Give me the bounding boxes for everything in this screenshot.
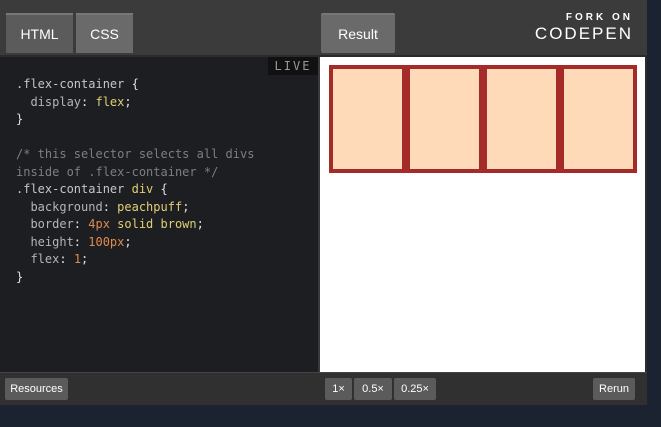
css-code-editor[interactable]: LIVE .flex-container { display: flex; } … xyxy=(0,57,318,372)
flex-item xyxy=(406,65,483,173)
outer-background-right xyxy=(647,0,661,427)
selector-tag: div xyxy=(124,182,154,196)
code-line-3: } xyxy=(16,112,24,126)
code-line-11: flex: 1; xyxy=(16,252,89,266)
flex-container xyxy=(329,65,637,173)
code-comment-line-1: /* this selector selects all divs xyxy=(16,147,255,161)
property: flex xyxy=(16,252,60,266)
property: height xyxy=(16,234,74,249)
value: flex xyxy=(95,94,125,109)
live-badge: LIVE xyxy=(268,57,318,75)
tab-css[interactable]: CSS xyxy=(76,13,133,53)
fork-on-label: FORK ON xyxy=(565,12,633,23)
fork-on-codepen-link[interactable]: FORK ON CODEPEN xyxy=(523,12,633,44)
property: background xyxy=(16,199,103,214)
number-value: 100px xyxy=(88,234,125,249)
embed-header: HTML CSS Result FORK ON CODEPEN xyxy=(0,0,647,56)
selector: .flex-container xyxy=(16,182,125,196)
code-block: .flex-container { display: flex; } /* th… xyxy=(16,76,254,286)
zoom-0-25x-button[interactable]: 0.25× xyxy=(394,378,436,400)
codepen-embed: HTML CSS Result FORK ON CODEPEN LIVE .fl… xyxy=(0,0,647,405)
code-line-7: .flex-container div { xyxy=(16,182,168,196)
property: display xyxy=(16,94,82,109)
code-line-12: } xyxy=(16,269,24,284)
code-line-1: .flex-container { xyxy=(16,77,139,91)
code-line-9: border: 4px solid brown; xyxy=(16,217,204,231)
tab-html[interactable]: HTML xyxy=(6,13,73,53)
embed-footer: Resources 1× 0.5× 0.25× Rerun xyxy=(0,372,647,405)
flex-item xyxy=(483,65,560,173)
flex-item xyxy=(329,65,406,173)
resources-button[interactable]: Resources xyxy=(5,378,68,400)
zoom-0-5x-button[interactable]: 0.5× xyxy=(354,378,392,400)
zoom-1x-button[interactable]: 1× xyxy=(325,378,352,400)
number-value: 4px xyxy=(88,217,110,231)
value: peachpuff xyxy=(117,199,183,214)
selector: .flex-container xyxy=(16,77,125,91)
code-line-2: display: flex; xyxy=(16,94,132,109)
code-line-8: background: peachpuff; xyxy=(16,199,190,214)
result-preview xyxy=(320,57,645,372)
value: solid brown xyxy=(109,217,197,231)
tab-result[interactable]: Result xyxy=(321,13,395,53)
property: border xyxy=(16,217,74,231)
code-line-10: height: 100px; xyxy=(16,234,132,249)
flex-item xyxy=(560,65,637,173)
outer-background-bottom xyxy=(0,405,661,427)
rerun-button[interactable]: Rerun xyxy=(593,378,635,400)
codepen-logo: CODEPEN xyxy=(534,24,633,43)
code-comment-line-2: inside of .flex-container */ xyxy=(16,164,219,179)
number-value: 1 xyxy=(73,252,82,266)
